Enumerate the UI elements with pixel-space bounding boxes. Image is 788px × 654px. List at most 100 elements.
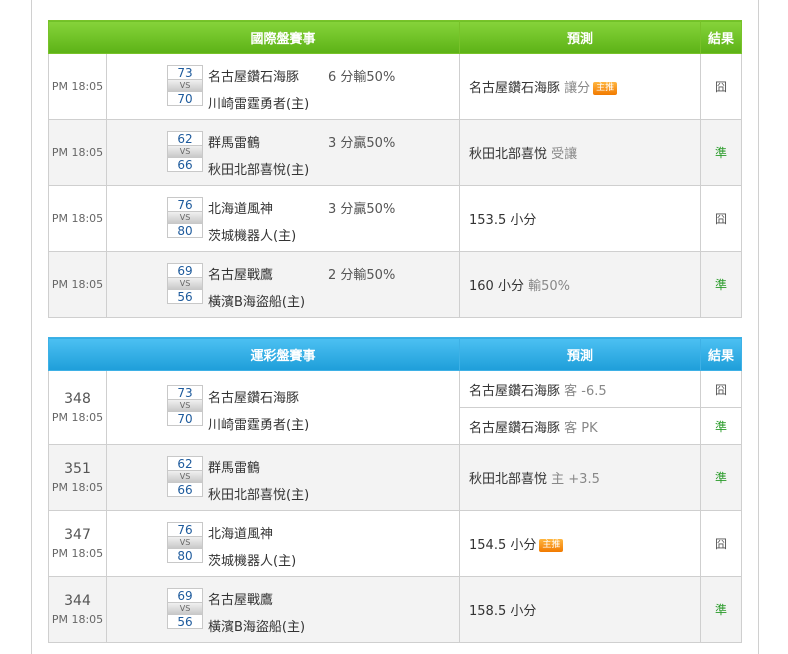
score-box: 73 VS 70 bbox=[167, 65, 203, 109]
score-box: 62 VS 66 bbox=[167, 131, 203, 175]
handicap-result: 3 分贏50% bbox=[328, 202, 396, 217]
prediction-main: 158.5 小分 bbox=[469, 604, 537, 619]
prediction-main: 名古屋鑽石海豚 bbox=[469, 383, 561, 399]
header-prediction: 預測 bbox=[459, 337, 701, 371]
score-away: 69 bbox=[167, 588, 203, 603]
score-away: 76 bbox=[167, 522, 203, 537]
prediction-cell: 154.5 小分 主推 bbox=[459, 510, 701, 577]
table-row: PM 18:05 73 VS 70 名古屋鑽石海豚 川崎雷霆勇者(主) 6 分輸… bbox=[48, 53, 742, 120]
score-home: 70 bbox=[167, 411, 203, 426]
handicap-result: 6 分輸50% bbox=[328, 70, 396, 85]
vs-label: VS bbox=[167, 278, 203, 289]
team-away[interactable]: 北海道風神 bbox=[208, 523, 273, 542]
score-home: 66 bbox=[167, 482, 203, 497]
vs-label: VS bbox=[167, 80, 203, 91]
team-home[interactable]: 橫濱B海盜船(主) bbox=[208, 291, 305, 310]
prediction-main: 153.5 小分 bbox=[469, 213, 537, 228]
prediction-cell: 158.5 小分 bbox=[459, 576, 701, 643]
result-mark: 囧 bbox=[700, 370, 742, 408]
prediction-cell: 名古屋鑽石海豚 讓分 主推 bbox=[459, 53, 701, 120]
prediction-main: 秋田北部喜悅 bbox=[469, 147, 548, 162]
match-number: 348 bbox=[64, 391, 91, 407]
score-box: 69 VS 56 bbox=[167, 588, 203, 632]
header-spacer bbox=[48, 20, 107, 54]
result-mark: 囧 bbox=[700, 53, 742, 120]
prediction-sub: 讓分 bbox=[560, 81, 591, 96]
prediction-cell: 秋田北部喜悅 主 +3.5 bbox=[459, 444, 701, 511]
score-home: 70 bbox=[167, 91, 203, 106]
team-away[interactable]: 名古屋戰鷹 bbox=[208, 264, 273, 283]
result-mark: 準 bbox=[700, 576, 742, 643]
team-away[interactable]: 名古屋鑽石海豚 bbox=[208, 66, 299, 85]
table-row: 344 PM 18:05 69 VS 56 名古屋戰鷹 橫濱B海盜船(主) 15… bbox=[48, 576, 742, 643]
score-away: 73 bbox=[167, 65, 203, 80]
team-home[interactable]: 橫濱B海盜船(主) bbox=[208, 616, 305, 635]
vs-label: VS bbox=[167, 537, 203, 548]
match-time: PM 18:05 bbox=[48, 53, 107, 120]
match-cell: 73 VS 70 名古屋鑽石海豚 川崎雷霆勇者(主) 6 分輸50% bbox=[106, 53, 460, 120]
vs-label: VS bbox=[167, 603, 203, 614]
match-time: 348 PM 18:05 bbox=[48, 370, 107, 445]
score-box: 76 VS 80 bbox=[167, 522, 203, 566]
table-row: PM 18:05 69 VS 56 名古屋戰鷹 橫濱B海盜船(主) 2 分輸50… bbox=[48, 251, 742, 318]
score-away: 69 bbox=[167, 263, 203, 278]
vs-label: VS bbox=[167, 212, 203, 223]
match-number: 344 bbox=[64, 593, 91, 609]
match-cell: 76 VS 80 北海道風神 茨城機器人(主) 3 分贏50% bbox=[106, 185, 460, 252]
team-away[interactable]: 群馬雷鶴 bbox=[208, 132, 260, 151]
result-mark: 準 bbox=[700, 407, 742, 445]
lottery-table: 運彩盤賽事 預測 結果 348 PM 18:05 73 VS 70 名古屋鑽石海… bbox=[48, 337, 742, 643]
team-home[interactable]: 川崎雷霆勇者(主) bbox=[208, 414, 309, 433]
vs-label: VS bbox=[167, 471, 203, 482]
score-away: 62 bbox=[167, 456, 203, 471]
match-number: 351 bbox=[64, 461, 91, 477]
score-box: 76 VS 80 bbox=[167, 197, 203, 241]
header-result: 結果 bbox=[700, 20, 742, 54]
team-home[interactable]: 秋田北部喜悅(主) bbox=[208, 484, 309, 503]
team-home[interactable]: 茨城機器人(主) bbox=[208, 550, 296, 569]
match-cell: 69 VS 56 名古屋戰鷹 橫濱B海盜船(主) 2 分輸50% bbox=[106, 251, 460, 318]
match-cell: 73 VS 70 名古屋鑽石海豚 川崎雷霆勇者(主) bbox=[106, 370, 460, 445]
prediction-cell: 153.5 小分 bbox=[459, 185, 701, 252]
prediction-sub: 客 -6.5 bbox=[560, 383, 607, 399]
match-cell: 62 VS 66 群馬雷鶴 秋田北部喜悅(主) 3 分贏50% bbox=[106, 119, 460, 186]
header-prediction: 預測 bbox=[459, 20, 701, 54]
vs-label: VS bbox=[167, 400, 203, 411]
header-spacer bbox=[48, 337, 107, 371]
score-home: 56 bbox=[167, 614, 203, 629]
international-header: 國際盤賽事 預測 結果 bbox=[48, 20, 742, 54]
score-home: 56 bbox=[167, 289, 203, 304]
match-cell: 62 VS 66 群馬雷鶴 秋田北部喜悅(主) bbox=[106, 444, 460, 511]
prediction-sub: 客 PK bbox=[560, 420, 598, 436]
team-away[interactable]: 名古屋鑽石海豚 bbox=[208, 387, 299, 406]
prediction-cell: 秋田北部喜悅 受讓 bbox=[459, 119, 701, 186]
team-home[interactable]: 茨城機器人(主) bbox=[208, 225, 296, 244]
team-away[interactable]: 北海道風神 bbox=[208, 198, 273, 217]
table-row: 347 PM 18:05 76 VS 80 北海道風神 茨城機器人(主) 154… bbox=[48, 510, 742, 577]
table-row: PM 18:05 62 VS 66 群馬雷鶴 秋田北部喜悅(主) 3 分贏50%… bbox=[48, 119, 742, 186]
match-time: PM 18:05 bbox=[48, 119, 107, 186]
score-home: 80 bbox=[167, 548, 203, 563]
vs-label: VS bbox=[167, 146, 203, 157]
team-away[interactable]: 名古屋戰鷹 bbox=[208, 589, 273, 608]
team-away[interactable]: 群馬雷鶴 bbox=[208, 457, 260, 476]
team-home[interactable]: 秋田北部喜悅(主) bbox=[208, 159, 309, 178]
result-mark: 準 bbox=[700, 251, 742, 318]
score-away: 73 bbox=[167, 385, 203, 400]
match-time: 344 PM 18:05 bbox=[48, 576, 107, 643]
prediction-main: 名古屋鑽石海豚 bbox=[469, 420, 561, 436]
prediction-sub: 受讓 bbox=[547, 147, 578, 162]
result-mark: 囧 bbox=[700, 185, 742, 252]
score-home: 80 bbox=[167, 223, 203, 238]
result-mark: 準 bbox=[700, 119, 742, 186]
score-away: 62 bbox=[167, 131, 203, 146]
table-row: PM 18:05 76 VS 80 北海道風神 茨城機器人(主) 3 分贏50%… bbox=[48, 185, 742, 252]
prediction-cell: 名古屋鑽石海豚 客 PK bbox=[459, 407, 701, 445]
result-mark: 準 bbox=[700, 444, 742, 511]
team-home[interactable]: 川崎雷霆勇者(主) bbox=[208, 93, 309, 112]
table-row: 351 PM 18:05 62 VS 66 群馬雷鶴 秋田北部喜悅(主) 秋田北… bbox=[48, 444, 742, 511]
prediction-sub: 主 +3.5 bbox=[547, 472, 600, 487]
international-table: 國際盤賽事 預測 結果 PM 18:05 73 VS 70 名古屋鑽石海豚 川崎… bbox=[48, 20, 742, 318]
header-event: 國際盤賽事 bbox=[106, 20, 460, 54]
table-row: 348 PM 18:05 73 VS 70 名古屋鑽石海豚 川崎雷霆勇者(主) … bbox=[48, 370, 742, 445]
